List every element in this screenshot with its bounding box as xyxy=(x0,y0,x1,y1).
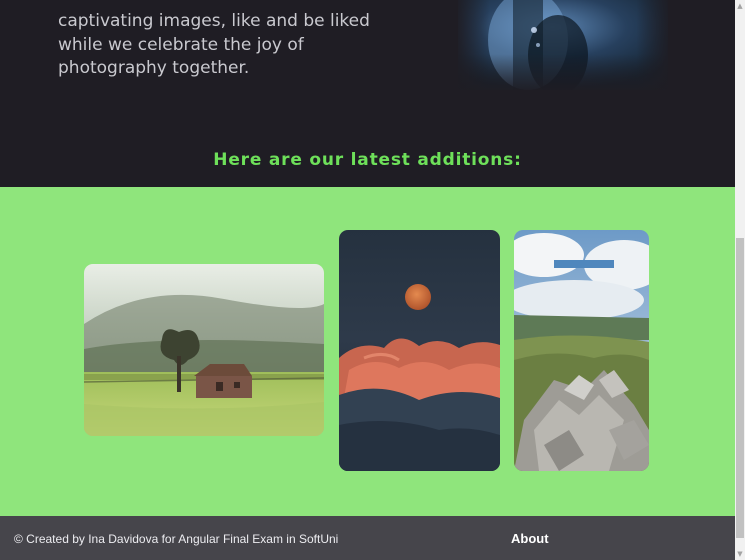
intro-line-clipped xyxy=(58,0,398,10)
about-link[interactable]: About xyxy=(511,531,549,546)
photo-card-moon[interactable] xyxy=(339,230,500,471)
photo-card-mountain[interactable] xyxy=(514,230,649,471)
intro-line: photography together. xyxy=(58,58,250,78)
hero-photo xyxy=(458,0,668,90)
hero-section: captivating images, like and be liked wh… xyxy=(0,0,735,187)
scroll-up-arrow-icon[interactable]: ▲ xyxy=(735,0,745,12)
latest-additions-heading: Here are our latest additions: xyxy=(213,150,522,170)
mountain-photo xyxy=(514,230,649,471)
copyright-text: © Created by Ina Davidova for Angular Fi… xyxy=(14,532,339,546)
photo-card-cottage[interactable] xyxy=(84,264,324,436)
intro-line: captivating images, like and be liked xyxy=(58,11,370,31)
intro-line: while we celebrate the joy of xyxy=(58,34,304,55)
scrollbar-thumb[interactable] xyxy=(736,238,744,538)
page-footer: © Created by Ina Davidova for Angular Fi… xyxy=(0,516,735,560)
cottage-photo xyxy=(84,264,324,436)
vertical-scrollbar[interactable]: ▲ ▼ xyxy=(735,0,745,560)
scroll-down-arrow-icon[interactable]: ▼ xyxy=(735,548,745,560)
intro-paragraph: captivating images, like and be liked wh… xyxy=(58,0,398,81)
moon-photo xyxy=(339,230,500,471)
latest-additions-gallery xyxy=(0,187,735,516)
